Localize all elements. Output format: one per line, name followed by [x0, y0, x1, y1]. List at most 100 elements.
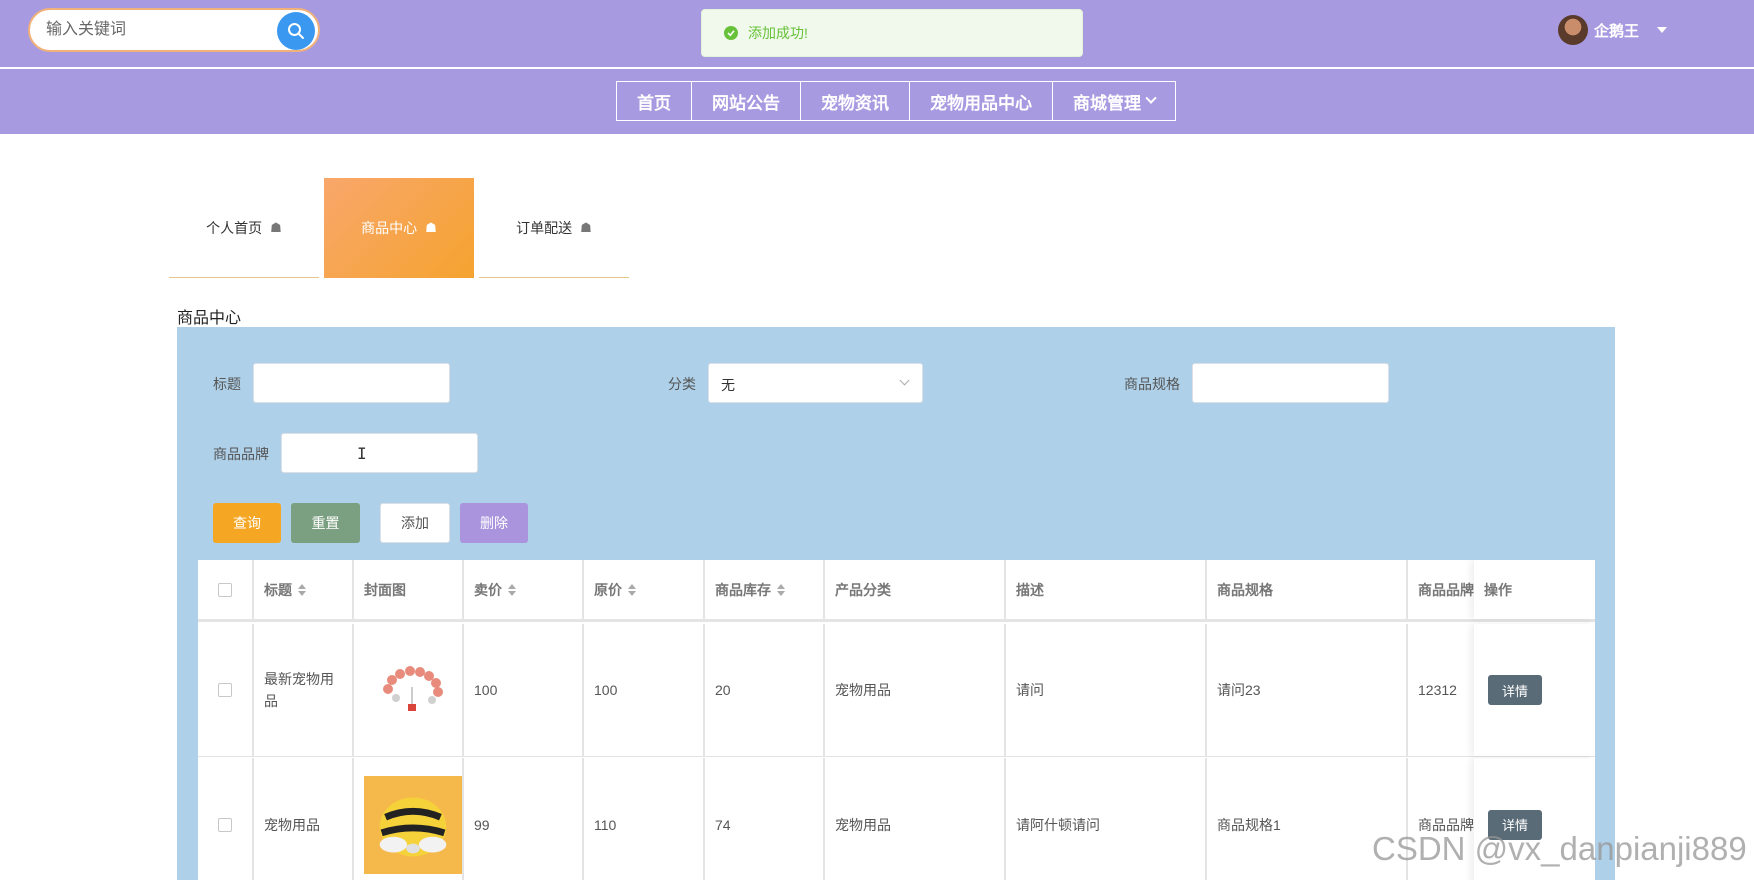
sort-icon[interactable] [298, 583, 306, 596]
header-bar: 添加成功! 企鹅王 [0, 0, 1754, 67]
text-cursor-icon: I [357, 444, 367, 463]
col-original-price[interactable]: 原价 [584, 560, 705, 619]
search-box[interactable] [28, 8, 320, 52]
caret-down-icon[interactable] [1657, 27, 1668, 33]
user-name[interactable]: 企鹅王 [1594, 20, 1639, 41]
tab-label: 个人首页 [206, 219, 263, 236]
col-description: 描述 [1006, 560, 1207, 619]
col-label: 封面图 [364, 581, 406, 598]
nav-item-pet-news[interactable]: 宠物资讯 [801, 82, 910, 120]
sort-icon[interactable] [777, 583, 785, 596]
query-button[interactable]: 查询 [213, 503, 281, 543]
search-icon [288, 23, 304, 39]
cell-description: 请阿什顿请问 [1006, 758, 1207, 880]
user-menu[interactable]: 企鹅王 [1558, 15, 1668, 45]
cover-image-bee-toy [364, 775, 462, 874]
delete-button[interactable]: 删除 [460, 503, 528, 543]
title-field[interactable] [253, 363, 450, 403]
col-label: 卖价 [474, 581, 502, 598]
home-icon: ☗ [580, 219, 592, 235]
cell-price: 100 [464, 624, 584, 756]
cover-image-bracelet [364, 642, 460, 738]
home-icon: ☗ [270, 219, 282, 235]
reset-button[interactable]: 重置 [291, 503, 360, 543]
success-toast: 添加成功! [701, 9, 1083, 57]
col-label: 商品品牌 [1418, 581, 1474, 598]
toast-message: 添加成功! [748, 25, 808, 41]
cell-original-price: 110 [584, 758, 705, 880]
nav-label: 宠物资讯 [821, 93, 889, 113]
sort-icon[interactable] [628, 583, 636, 596]
tab-personal-home[interactable]: 个人首页 ☗ [169, 178, 319, 278]
table-header: 标题 封面图 卖价 原价 商品库存 产品分类 描述 商品规格 商品品牌 操作 [198, 560, 1595, 622]
col-price[interactable]: 卖价 [464, 560, 584, 619]
col-stock[interactable]: 商品库存 [705, 560, 825, 619]
row-select-cell [198, 758, 254, 880]
brand-field[interactable]: I [281, 433, 478, 473]
main-nav: 首页 网站公告 宠物资讯 宠物用品中心 商城管理 [616, 81, 1176, 121]
cell-title: 宠物用品 [254, 758, 354, 880]
nav-item-announcements[interactable]: 网站公告 [692, 82, 801, 120]
cell-original-price: 100 [584, 624, 705, 756]
col-label: 操作 [1484, 581, 1512, 598]
nav-label: 宠物用品中心 [930, 93, 1032, 113]
row-checkbox[interactable] [218, 683, 232, 697]
nav-item-mall-management[interactable]: 商城管理 [1053, 82, 1175, 120]
spec-field[interactable] [1192, 363, 1389, 403]
check-circle-icon [724, 26, 738, 40]
col-spec: 商品规格 [1207, 560, 1408, 619]
row-select-cell [198, 624, 254, 756]
cell-actions: 详情 [1474, 624, 1595, 756]
col-label: 描述 [1016, 581, 1044, 598]
col-title[interactable]: 标题 [254, 560, 354, 619]
search-input[interactable] [46, 18, 266, 42]
avatar[interactable] [1558, 15, 1588, 45]
nav-label: 首页 [637, 93, 671, 113]
col-brand: 商品品牌 [1408, 560, 1474, 619]
brand-input[interactable] [282, 434, 477, 472]
search-button[interactable] [277, 12, 315, 50]
row-checkbox[interactable] [218, 817, 232, 832]
brand-label: 商品品牌 [213, 446, 269, 462]
detail-button[interactable]: 详情 [1488, 675, 1542, 705]
category-value: 无 [721, 377, 735, 393]
cell-category: 宠物用品 [825, 624, 1006, 756]
cell-category: 宠物用品 [825, 758, 1006, 880]
col-actions: 操作 [1474, 560, 1595, 619]
watermark: CSDN @vx_danpianji889 [1372, 830, 1747, 867]
cell-spec: 请问23 [1207, 624, 1408, 756]
col-category: 产品分类 [825, 560, 1006, 619]
select-all-checkbox[interactable] [218, 582, 232, 597]
cell-stock: 74 [705, 758, 825, 880]
page-title: 商品中心 [177, 310, 242, 327]
cell-price: 99 [464, 758, 584, 880]
category-select[interactable]: 无 [708, 363, 923, 403]
home-icon: ☗ [425, 220, 437, 235]
nav-item-pet-supplies[interactable]: 宠物用品中心 [910, 82, 1053, 120]
table-row: 最新宠物用品 100 100 20 宠物用品 请问 请问23 12312 详情 [198, 624, 1595, 757]
col-label: 产品分类 [835, 581, 891, 598]
sort-icon[interactable] [508, 583, 516, 596]
cell-cover [354, 758, 464, 880]
title-label: 标题 [213, 376, 241, 392]
col-cover: 封面图 [354, 560, 464, 619]
cell-brand: 12312 [1418, 682, 1457, 698]
tab-order-delivery[interactable]: 订单配送 ☗ [479, 178, 629, 278]
category-label: 分类 [668, 376, 696, 392]
col-label: 原价 [594, 581, 622, 598]
nav-label: 网站公告 [712, 93, 780, 113]
select-all-cell [198, 560, 254, 619]
nav-label: 商城管理 [1073, 93, 1141, 113]
tab-product-center[interactable]: 商品中心 ☗ [324, 178, 474, 278]
tab-label: 订单配送 [516, 219, 573, 236]
cell-stock: 20 [705, 624, 825, 756]
spec-input[interactable] [1193, 364, 1388, 402]
nav-item-home[interactable]: 首页 [617, 82, 692, 120]
cell-cover [354, 624, 464, 756]
center-tabs: 个人首页 ☗ 商品中心 ☗ 订单配送 ☗ [169, 178, 629, 278]
title-input[interactable] [254, 364, 449, 402]
add-button[interactable]: 添加 [380, 503, 450, 543]
col-label: 标题 [264, 581, 292, 598]
col-label: 商品规格 [1217, 581, 1273, 598]
spec-label: 商品规格 [1124, 376, 1180, 392]
